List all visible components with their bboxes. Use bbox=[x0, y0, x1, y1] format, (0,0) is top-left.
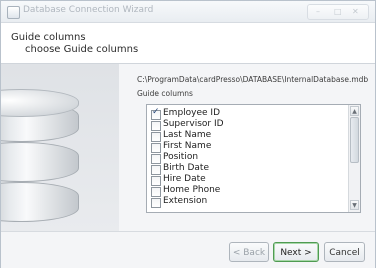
maximize-icon[interactable]: □ bbox=[334, 7, 342, 16]
window-title: Database Connection Wizard bbox=[23, 5, 154, 15]
checkbox[interactable] bbox=[151, 121, 161, 131]
list-item-label: Last Name bbox=[163, 130, 212, 140]
scroll-up-icon[interactable]: ▲ bbox=[350, 106, 359, 116]
disk-bottom bbox=[1, 182, 79, 222]
checkbox[interactable] bbox=[151, 198, 161, 208]
checkbox[interactable] bbox=[151, 165, 161, 175]
page-subtitle: choose Guide columns bbox=[25, 44, 139, 55]
guide-columns-label: Guide columns bbox=[137, 89, 193, 98]
list-item-label: Supervisor ID bbox=[163, 119, 224, 129]
checkbox[interactable] bbox=[151, 176, 161, 186]
wizard-header: Guide columns choose Guide columns bbox=[1, 23, 375, 64]
checkbox[interactable]: ✓ bbox=[151, 107, 161, 120]
database-illustration bbox=[1, 64, 119, 231]
vertical-scrollbar[interactable]: ▲ ▼ bbox=[348, 105, 360, 212]
checkbox[interactable] bbox=[151, 132, 161, 142]
checkbox[interactable] bbox=[151, 187, 161, 197]
checkbox[interactable] bbox=[151, 154, 161, 164]
scroll-down-icon[interactable]: ▼ bbox=[350, 200, 359, 210]
guide-columns-list[interactable]: ✓ Employee ID Supervisor ID Last Name Fi… bbox=[146, 104, 361, 213]
next-button[interactable]: Next > bbox=[273, 242, 319, 262]
cancel-button[interactable]: Cancel bbox=[324, 242, 365, 262]
list-item-label: Hire Date bbox=[163, 174, 206, 184]
back-button[interactable]: < Back bbox=[229, 242, 269, 262]
checkmark-icon: ✓ bbox=[152, 107, 160, 117]
list-item[interactable]: Extension bbox=[149, 196, 347, 208]
list-item-label: Birth Date bbox=[163, 163, 209, 173]
list-item-label: Extension bbox=[163, 196, 208, 206]
database-path: C:\ProgramData\cardPresso\DATABASE\Inter… bbox=[137, 75, 369, 84]
database-app-icon bbox=[7, 6, 20, 19]
checkbox[interactable] bbox=[151, 143, 161, 153]
window-controls: – □ ✕ bbox=[307, 4, 369, 20]
title-bar: Database Connection Wizard – □ ✕ bbox=[1, 1, 375, 23]
minimize-icon[interactable]: – bbox=[316, 7, 320, 16]
list-item-label: Position bbox=[163, 152, 199, 162]
list-item-label: Employee ID bbox=[163, 108, 221, 118]
list-item-label: First Name bbox=[163, 141, 212, 151]
disk-middle bbox=[1, 142, 79, 182]
close-icon[interactable]: ✕ bbox=[352, 7, 359, 16]
scrollbar-thumb[interactable] bbox=[350, 117, 359, 163]
list-item-label: Home Phone bbox=[163, 185, 221, 195]
page-title: Guide columns bbox=[11, 32, 86, 43]
wizard-window: Database Connection Wizard – □ ✕ Guide c… bbox=[0, 0, 376, 268]
